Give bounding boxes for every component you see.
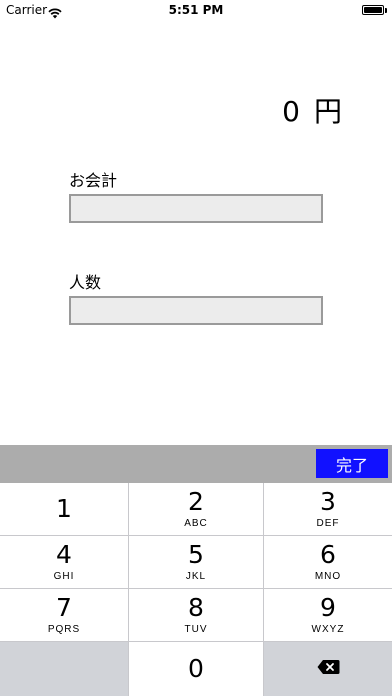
delete-key[interactable]: [264, 642, 392, 696]
key-2[interactable]: 2 ABC: [129, 483, 264, 536]
key-digit: 5: [188, 540, 204, 569]
key-4[interactable]: 4 GHI: [0, 536, 129, 589]
key-5[interactable]: 5 JKL: [129, 536, 264, 589]
battery-tip: [385, 8, 387, 13]
key-letters: GHI: [53, 571, 75, 582]
key-digit: 7: [56, 593, 72, 622]
bill-label: お会計: [69, 171, 118, 190]
key-0[interactable]: 0: [129, 642, 264, 696]
keyboard-toolbar: 完了: [0, 445, 392, 483]
key-letters: ABC: [184, 518, 208, 529]
amount-unit: 円: [313, 95, 342, 128]
key-letters: MNO: [314, 571, 342, 582]
backspace-icon: [317, 659, 340, 679]
key-digit: 2: [188, 487, 204, 516]
key-digit: 4: [56, 540, 72, 569]
amount-value: 0: [282, 95, 300, 128]
total-amount: 0円: [282, 90, 342, 130]
key-digit: 8: [188, 593, 204, 622]
battery-icon: [362, 5, 384, 15]
key-digit: 0: [188, 654, 204, 683]
key-3[interactable]: 3 DEF: [264, 483, 392, 536]
key-digit: 6: [320, 540, 336, 569]
key-digit: 3: [320, 487, 336, 516]
key-letters: JKL: [185, 571, 207, 582]
people-input[interactable]: [69, 296, 323, 325]
key-letters: TUV: [184, 624, 208, 635]
key-7[interactable]: 7 PQRS: [0, 589, 129, 642]
key-9[interactable]: 9 WXYZ: [264, 589, 392, 642]
done-button[interactable]: 完了: [316, 449, 388, 478]
people-label: 人数: [69, 273, 102, 292]
key-digit: 1: [56, 494, 72, 523]
numeric-keypad: 1 2 ABC 3 DEF 4 GHI 5 JKL 6 MNO 7 PQRS 8…: [0, 483, 392, 696]
key-8[interactable]: 8 TUV: [129, 589, 264, 642]
status-time: 5:51 PM: [168, 3, 224, 17]
bill-input[interactable]: [69, 194, 323, 223]
key-blank: [0, 642, 129, 696]
key-1[interactable]: 1: [0, 483, 129, 536]
key-digit: 9: [320, 593, 336, 622]
key-letters: PQRS: [47, 624, 81, 635]
key-letters: DEF: [316, 518, 340, 529]
key-6[interactable]: 6 MNO: [264, 536, 392, 589]
status-bar: Carrier 5:51 PM: [0, 0, 392, 22]
key-letters: WXYZ: [311, 624, 345, 635]
